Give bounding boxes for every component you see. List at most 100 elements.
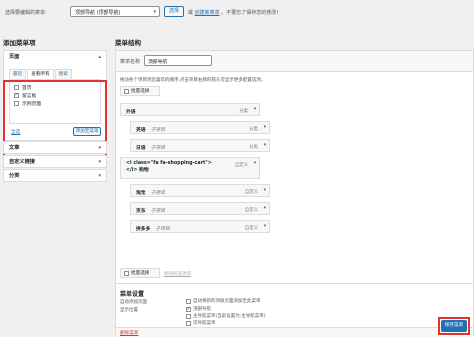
- categories-accordion-header[interactable]: 分类 ▾: [4, 170, 106, 183]
- menu-item[interactable]: 外语 分类 ▾: [120, 103, 260, 116]
- auto-add-label: 自动添加页面: [120, 300, 147, 305]
- menu-select-dropdown[interactable]: 顶部导航 (顶部导航) ▾: [70, 6, 160, 17]
- menu-item-type: 分类: [239, 109, 248, 114]
- menu-item-title-line2: </i> 购物: [126, 167, 149, 173]
- menu-item-title: 京东: [136, 209, 146, 214]
- tab-recent[interactable]: 最近: [9, 69, 27, 79]
- pages-accordion-title: 页面: [9, 54, 20, 60]
- custom-links-accordion[interactable]: 自定义链接 ▾: [3, 155, 107, 168]
- bulk-select-checkbox-bottom[interactable]: [124, 270, 129, 276]
- auto-add-option[interactable]: 自动将新的顶级页面添加至此菜单: [186, 298, 261, 304]
- chevron-down-icon[interactable]: ▾: [264, 143, 266, 148]
- menu-item[interactable]: 拼多多 子项目 自定义 ▾: [130, 220, 270, 233]
- menu-item-subtitle: 子项目: [150, 209, 166, 214]
- chevron-down-icon[interactable]: ▾: [264, 206, 266, 211]
- menu-item-subtitle: 子项目: [150, 191, 166, 196]
- menu-item-type: 自定义: [244, 226, 258, 231]
- menu-item-type: 分类: [249, 145, 258, 150]
- add-menu-items-title: 添加菜单项: [3, 39, 36, 47]
- location-option[interactable]: 主导航菜单(当前设置为:主导航菜单): [186, 313, 266, 319]
- bulk-select-checkbox[interactable]: [124, 88, 129, 94]
- tab-search-label: 搜索: [58, 72, 68, 77]
- menu-name-input[interactable]: 顶部导航: [144, 55, 212, 66]
- menu-item[interactable]: 日语 子项目 分类 ▾: [130, 139, 270, 152]
- menu-structure-title: 菜单结构: [115, 39, 141, 47]
- drag-hint: 拖动各个项目到您喜欢的顺序,点击项目右侧的箭头可显示更多配置选项。: [120, 78, 266, 83]
- chevron-down-icon: ▾: [98, 173, 101, 179]
- menu-item[interactable]: <i class="fa fa-shopping-cart"> </i> 购物 …: [120, 157, 260, 179]
- menu-item-type: 分类: [249, 127, 258, 132]
- menu-item-subtitle: 子项目: [150, 128, 166, 133]
- location-option[interactable]: 顶部导航: [186, 306, 211, 312]
- posts-accordion[interactable]: 文章 ▾: [3, 141, 107, 154]
- menu-item[interactable]: 英语 子项目 分类 ▾: [130, 121, 270, 134]
- menu-name-label: 菜单名称: [120, 59, 141, 65]
- save-menu-button[interactable]: 保存菜单: [441, 320, 467, 332]
- location-checkbox-top[interactable]: [186, 306, 191, 312]
- menu-item[interactable]: 京东 子项目 自定义 ▾: [130, 202, 270, 215]
- menu-item-type: 自定义: [244, 208, 258, 213]
- select-menu-button[interactable]: 选择: [164, 6, 184, 17]
- menu-item-subtitle: 子项目: [150, 146, 166, 151]
- location-label-secondary: 次导航菜单: [193, 321, 216, 326]
- add-menu-items-column: 添加菜单项 页面 ▴ 最近 查看所有 搜索 首页 留言板 示例页面: [0, 30, 110, 336]
- location-label-main: 主导航菜单(当前设置为:主导航菜单): [193, 314, 266, 319]
- divider: [116, 283, 473, 284]
- chevron-down-icon[interactable]: ▾: [254, 161, 256, 166]
- menu-structure-column: 菜单结构 菜单名称 顶部导航 拖动各个项目到您喜欢的顺序,点击项目右侧的箭头可显…: [112, 30, 474, 337]
- posts-accordion-header[interactable]: 文章 ▾: [4, 142, 106, 155]
- tab-view-all[interactable]: 查看所有: [27, 69, 54, 79]
- menu-name-row: 菜单名称 顶部导航: [116, 51, 473, 72]
- categories-accordion[interactable]: 分类 ▾: [3, 169, 107, 182]
- pages-tabs: 最近 查看所有 搜索: [9, 69, 73, 79]
- display-location-label: 显示位置: [120, 308, 138, 313]
- location-checkbox-secondary[interactable]: [186, 320, 191, 326]
- menu-item-title: <i class="fa fa-shopping-cart">: [126, 161, 212, 166]
- menu-structure-panel: 菜单名称 顶部导航 拖动各个项目到您喜欢的顺序,点击项目右侧的箭头可显示更多配置…: [115, 50, 474, 337]
- bulk-select-label: 批量选择: [131, 89, 150, 94]
- menu-item[interactable]: 淘宝 子项目 自定义 ▾: [130, 184, 270, 197]
- menu-item-title: 日语: [136, 146, 146, 151]
- custom-links-accordion-header[interactable]: 自定义链接 ▾: [4, 156, 106, 169]
- chevron-down-icon[interactable]: ▾: [254, 107, 256, 112]
- location-checkbox-main[interactable]: [186, 313, 191, 319]
- auto-add-option-label: 自动将新的顶级页面添加至此菜单: [193, 299, 261, 304]
- menu-item-title: 淘宝: [136, 191, 146, 196]
- remove-selected-link[interactable]: 移除所选项目: [164, 271, 191, 277]
- chevron-up-icon: ▴: [98, 54, 101, 60]
- tab-view-all-label: 查看所有: [31, 72, 50, 77]
- posts-accordion-title: 文章: [9, 145, 20, 151]
- save-reminder-text: 。不要忘了保存您的修改!: [221, 10, 279, 16]
- menu-select-label: 选择要编辑的菜单:: [5, 10, 47, 16]
- menu-select-bar: 选择要编辑的菜单: 顶部导航 (顶部导航) ▾ 选择 或 创建新菜单 。不要忘了…: [0, 0, 474, 30]
- menu-item-title: 拼多多: [136, 227, 151, 232]
- menu-item-type: 自定义: [234, 163, 248, 168]
- menu-select-value: 顶部导航 (顶部导航): [75, 10, 121, 16]
- bulk-select-toggle-bottom[interactable]: 批量选择: [120, 268, 160, 278]
- menu-item-type: 自定义: [244, 190, 258, 195]
- delete-menu-link[interactable]: 删除菜单: [120, 330, 138, 336]
- bulk-select-toggle[interactable]: 批量选择: [120, 86, 160, 96]
- tab-recent-label: 最近: [13, 72, 23, 77]
- create-menu-text: 或 创建新菜单 。不要忘了保存您的修改!: [188, 9, 278, 16]
- location-label-top: 顶部导航: [193, 307, 211, 312]
- auto-add-checkbox[interactable]: [186, 298, 191, 304]
- custom-links-accordion-title: 自定义链接: [9, 159, 35, 165]
- bulk-select-label-bottom: 批量选择: [131, 271, 150, 276]
- pages-accordion-header[interactable]: 页面 ▴: [4, 51, 106, 64]
- chevron-down-icon[interactable]: ▾: [264, 125, 266, 130]
- chevron-down-icon: ▾: [153, 9, 156, 15]
- categories-accordion-title: 分类: [9, 173, 20, 179]
- chevron-down-icon: ▾: [98, 159, 101, 165]
- chevron-down-icon[interactable]: ▾: [264, 224, 266, 229]
- or-text: 或: [188, 10, 194, 16]
- menu-item-subtitle: 子项目: [155, 227, 170, 232]
- create-new-menu-link[interactable]: 创建新菜单: [195, 10, 220, 16]
- chevron-down-icon: ▾: [98, 145, 101, 151]
- location-option[interactable]: 次导航菜单: [186, 320, 216, 326]
- menu-item-title: 外语: [126, 110, 136, 115]
- menu-settings-title: 菜单设置: [120, 291, 145, 298]
- tab-search[interactable]: 搜索: [54, 69, 72, 79]
- menu-item-title: 英语: [136, 128, 146, 133]
- chevron-down-icon[interactable]: ▾: [264, 188, 266, 193]
